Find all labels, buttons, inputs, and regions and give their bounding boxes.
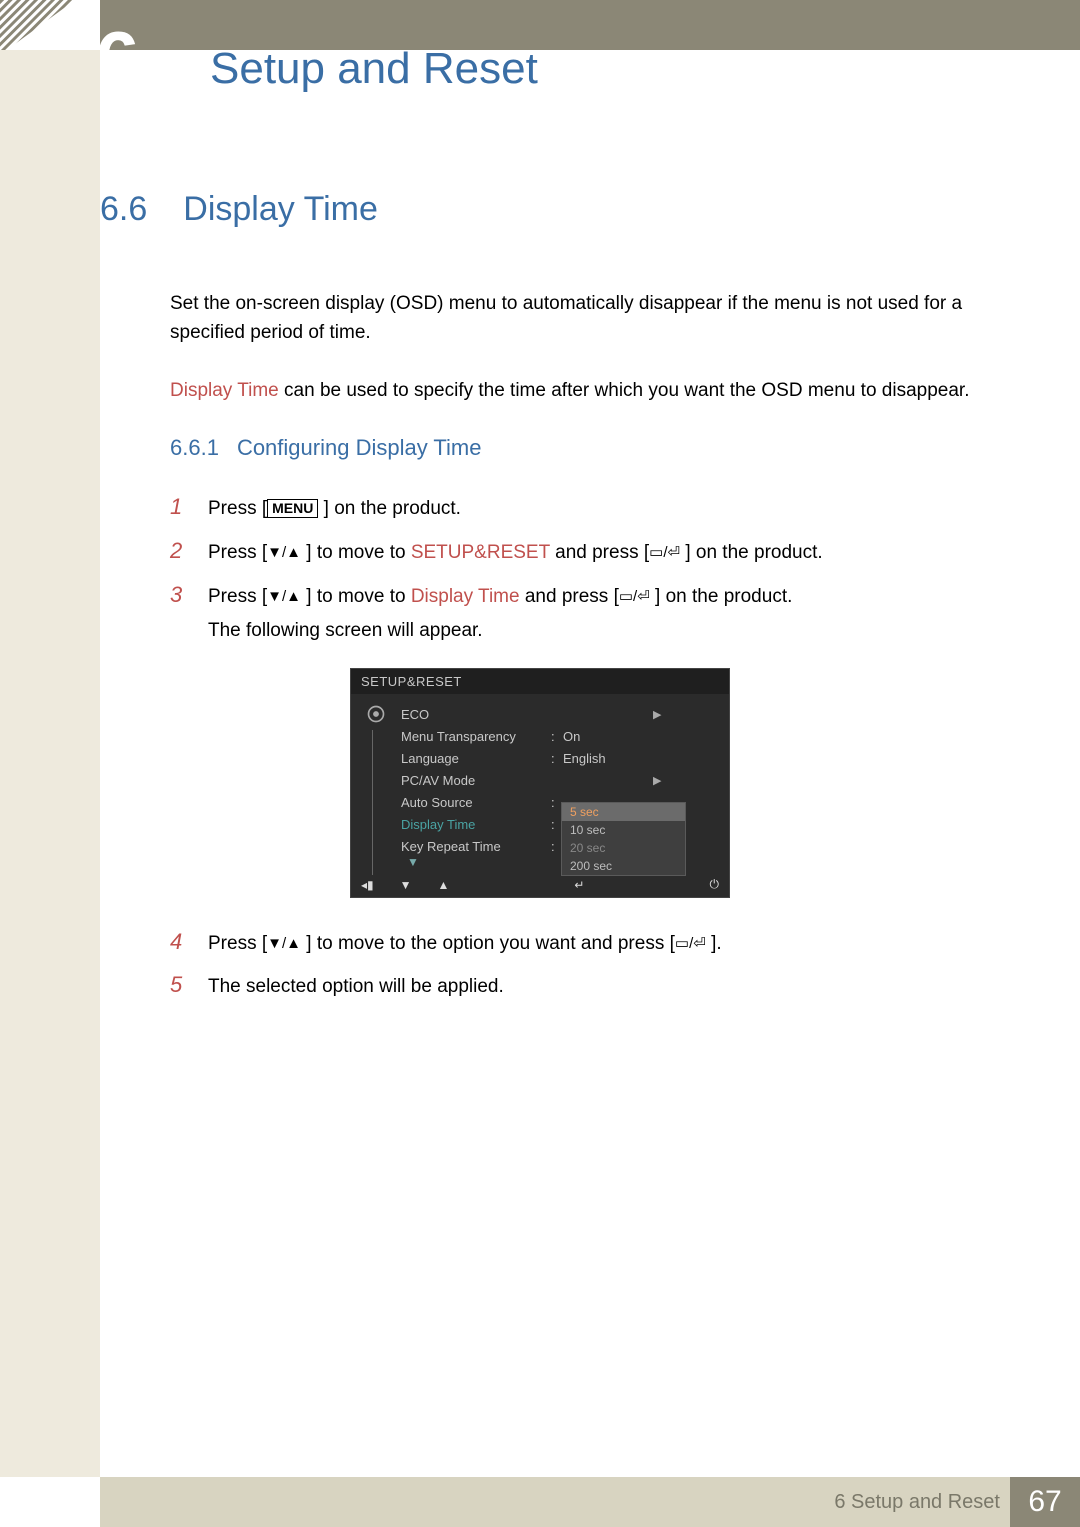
chapter-title: Setup and Reset <box>210 44 538 94</box>
source-enter-icon: ▭/⏎ <box>649 544 680 561</box>
left-margin-strip <box>0 50 100 1477</box>
step-number: 4 <box>170 922 188 962</box>
subsection-heading: 6.6.1 Configuring Display Time <box>170 435 980 461</box>
source-enter-icon: ▭/⏎ <box>619 588 650 605</box>
text: The following screen will appear. <box>208 620 483 641</box>
osd-body: ECO ▶ Menu Transparency:On Language:Engli… <box>351 694 729 875</box>
subsection-number: 6.6.1 <box>170 435 219 461</box>
chevron-right-icon: ▶ <box>653 774 667 787</box>
gear-icon <box>366 704 386 724</box>
updown-icon: ▼/▲ <box>267 588 301 605</box>
page-root: { "header": { "chapter_number": "6", "ch… <box>0 0 1080 1527</box>
osd-title: SETUP&RESET <box>351 669 729 694</box>
step-number: 1 <box>170 487 188 527</box>
term-display-time: Display Time <box>170 380 279 401</box>
updown-icon: ▼/▲ <box>267 935 301 952</box>
caret-down-icon: ▼ <box>407 855 419 869</box>
text: Press [ <box>208 542 267 563</box>
section-heading: 6.6 Display Time <box>100 190 980 229</box>
osd-row-pcav: PC/AV Mode ▶ <box>401 770 719 792</box>
intro-paragraph-2: Display Time can be used to specify the … <box>170 376 980 405</box>
enter-icon: ↵ <box>574 878 584 892</box>
footer-text: 6 Setup and Reset <box>834 1491 1000 1514</box>
text: The selected option will be applied. <box>208 970 980 1004</box>
text: Press [ <box>208 498 267 519</box>
step-1: 1 Press [MENU ] on the product. <box>170 487 980 527</box>
subsection-title: Configuring Display Time <box>237 435 482 461</box>
step-5: 5 The selected option will be applied. <box>170 965 980 1005</box>
chevron-right-icon: ▶ <box>653 708 667 721</box>
content-area: 6.6 Display Time Set the on-screen displ… <box>100 190 980 1009</box>
text: ] to move to <box>301 586 411 607</box>
menu-button-icon: MENU <box>267 499 318 518</box>
osd-dropdown: 5 sec 10 sec 20 sec 200 sec <box>561 802 686 876</box>
header-band <box>0 0 1080 50</box>
up-icon: ▲ <box>438 878 450 892</box>
osd-value: English <box>563 751 653 766</box>
osd-label: ECO <box>401 707 551 722</box>
osd-row-language: Language:English <box>401 748 719 770</box>
osd-label: Auto Source <box>401 795 551 810</box>
text: and press [ <box>550 542 649 563</box>
step-number: 5 <box>170 965 188 1005</box>
text: ] on the product. <box>680 542 823 563</box>
osd-label: Language <box>401 751 551 766</box>
osd-row-eco: ECO ▶ <box>401 704 719 726</box>
down-icon: ▼ <box>400 878 412 892</box>
osd-bottom-bar: ◂▮ ▼ ▲ ↵ ⏻ <box>351 873 729 897</box>
section-title: Display Time <box>183 190 378 229</box>
step-number: 2 <box>170 531 188 571</box>
text: Press [ <box>208 933 267 954</box>
osd-label: PC/AV Mode <box>401 773 551 788</box>
source-enter-icon: ▭/⏎ <box>675 935 706 952</box>
osd-row-menu-transparency: Menu Transparency:On <box>401 726 719 748</box>
step-4: 4 Press [▼/▲ ] to move to the option you… <box>170 922 980 962</box>
text: ]. <box>706 933 722 954</box>
text: Press [ <box>208 586 267 607</box>
osd-value: On <box>563 729 653 744</box>
page-number: 67 <box>1010 1477 1080 1527</box>
intro-2-text: can be used to specify the time after wh… <box>279 380 970 401</box>
dropdown-option: 20 sec <box>562 839 685 857</box>
section-number: 6.6 <box>100 190 147 229</box>
step-number: 3 <box>170 575 188 615</box>
osd-label: Key Repeat Time <box>401 839 551 854</box>
updown-icon: ▼/▲ <box>267 544 301 561</box>
osd-screenshot: SETUP&RESET ECO ▶ Menu Transparency:On La… <box>350 668 730 898</box>
text: ] on the product. <box>650 586 793 607</box>
osd-label: Menu Transparency <box>401 729 551 744</box>
step-3: 3 Press [▼/▲ ] to move to Display Time a… <box>170 575 980 648</box>
footer: 6 Setup and Reset 67 <box>0 1477 1080 1527</box>
steps-list: 1 Press [MENU ] on the product. 2 Press … <box>170 487 980 648</box>
chapter-number: 6 <box>95 20 140 100</box>
text: ] on the product. <box>318 498 461 519</box>
text: ] to move to the option you want and pre… <box>301 933 675 954</box>
term-display-time: Display Time <box>411 586 520 607</box>
term-setupreset: SETUP&RESET <box>411 542 550 563</box>
text: and press [ <box>520 586 619 607</box>
power-icon: ⏻ <box>709 877 719 892</box>
dropdown-option: 10 sec <box>562 821 685 839</box>
steps-list-cont: 4 Press [▼/▲ ] to move to the option you… <box>170 922 980 1005</box>
dropdown-option: 5 sec <box>562 803 685 821</box>
tree-line <box>372 730 384 875</box>
back-icon: ◂▮ <box>361 878 374 892</box>
text: ] to move to <box>301 542 411 563</box>
intro-paragraph-1: Set the on-screen display (OSD) menu to … <box>170 289 980 348</box>
osd-label: Display Time <box>401 817 551 832</box>
osd-left-column <box>361 704 391 875</box>
header-bar <box>100 0 1080 50</box>
step-2: 2 Press [▼/▲ ] to move to SETUP&RESET an… <box>170 531 980 571</box>
